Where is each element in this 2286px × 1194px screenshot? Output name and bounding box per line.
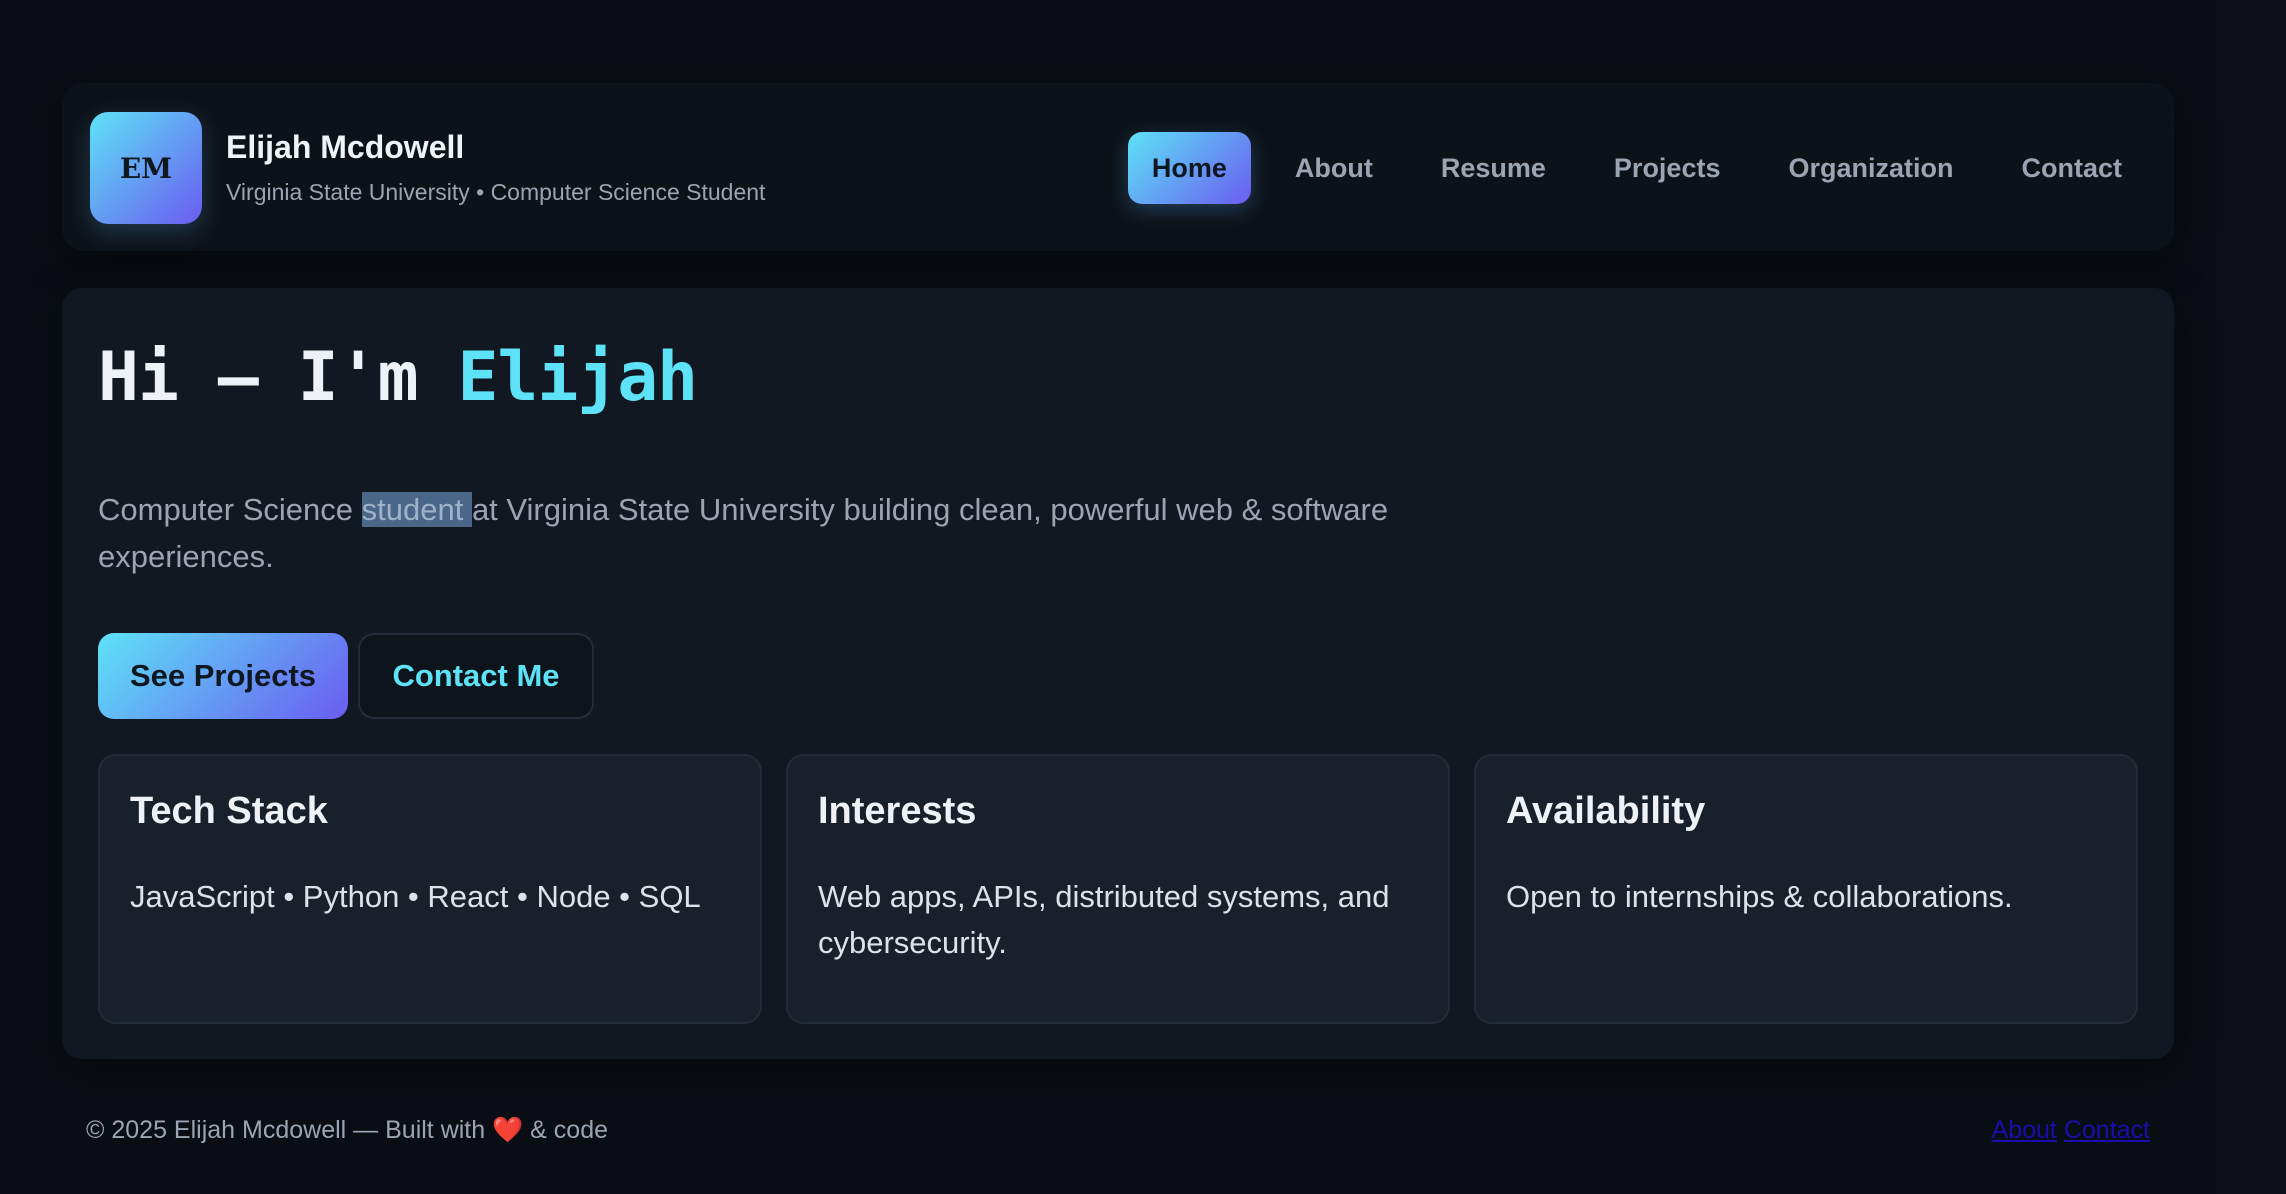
footer-link-about[interactable]: About bbox=[1992, 1116, 2057, 1144]
card-body: Web apps, APIs, distributed systems, and… bbox=[818, 879, 1390, 960]
hero-title: Hi — I'm Elijah bbox=[98, 338, 698, 417]
see-projects-button[interactable]: See Projects bbox=[98, 633, 348, 719]
footer-links: About Contact bbox=[1992, 1116, 2150, 1145]
hero-title-prefix: Hi — I'm bbox=[98, 338, 458, 417]
site-header: EM Elijah Mcdowell Virginia State Univer… bbox=[62, 83, 2174, 251]
footer-link-contact[interactable]: Contact bbox=[2064, 1116, 2150, 1144]
card-title: Interests bbox=[818, 790, 977, 832]
nav-contact[interactable]: Contact bbox=[1998, 132, 2147, 204]
footer-copyright: © 2025 Elijah Mcdowell — Built with ❤️ &… bbox=[86, 1116, 608, 1144]
nav-organization[interactable]: Organization bbox=[1764, 132, 1977, 204]
tech-stack-card: Tech Stack JavaScript • Python • React •… bbox=[98, 754, 762, 1024]
nav-about[interactable]: About bbox=[1271, 132, 1397, 204]
hero-desc-before: Computer Science bbox=[98, 492, 362, 527]
card-title: Availability bbox=[1506, 790, 1706, 832]
availability-card: Availability Open to internships & colla… bbox=[1474, 754, 2138, 1024]
logo-badge[interactable]: EM bbox=[90, 112, 202, 224]
hero-title-name: Elijah bbox=[457, 338, 698, 417]
main-nav: Home About Resume Projects Organization … bbox=[1127, 132, 2147, 204]
hero-description: Computer Science student at Virginia Sta… bbox=[98, 486, 1518, 580]
interests-card: Interests Web apps, APIs, distributed sy… bbox=[786, 754, 1450, 1024]
contact-me-button[interactable]: Contact Me bbox=[358, 633, 594, 719]
site-owner-name: Elijah Mcdowell bbox=[226, 129, 465, 165]
page-edge bbox=[2216, 0, 2286, 1194]
card-title: Tech Stack bbox=[130, 790, 328, 832]
hero-section: Hi — I'm Elijah Computer Science student… bbox=[62, 288, 2174, 1059]
nav-resume[interactable]: Resume bbox=[1417, 132, 1570, 204]
card-body: JavaScript • Python • React • Node • SQL bbox=[130, 879, 701, 914]
hero-desc-selection: student bbox=[361, 492, 472, 527]
site-owner-subtitle: Virginia State University • Computer Sci… bbox=[226, 179, 766, 205]
nav-projects[interactable]: Projects bbox=[1590, 132, 1745, 204]
nav-home[interactable]: Home bbox=[1127, 132, 1251, 204]
card-body: Open to internships & collaborations. bbox=[1506, 879, 2013, 914]
